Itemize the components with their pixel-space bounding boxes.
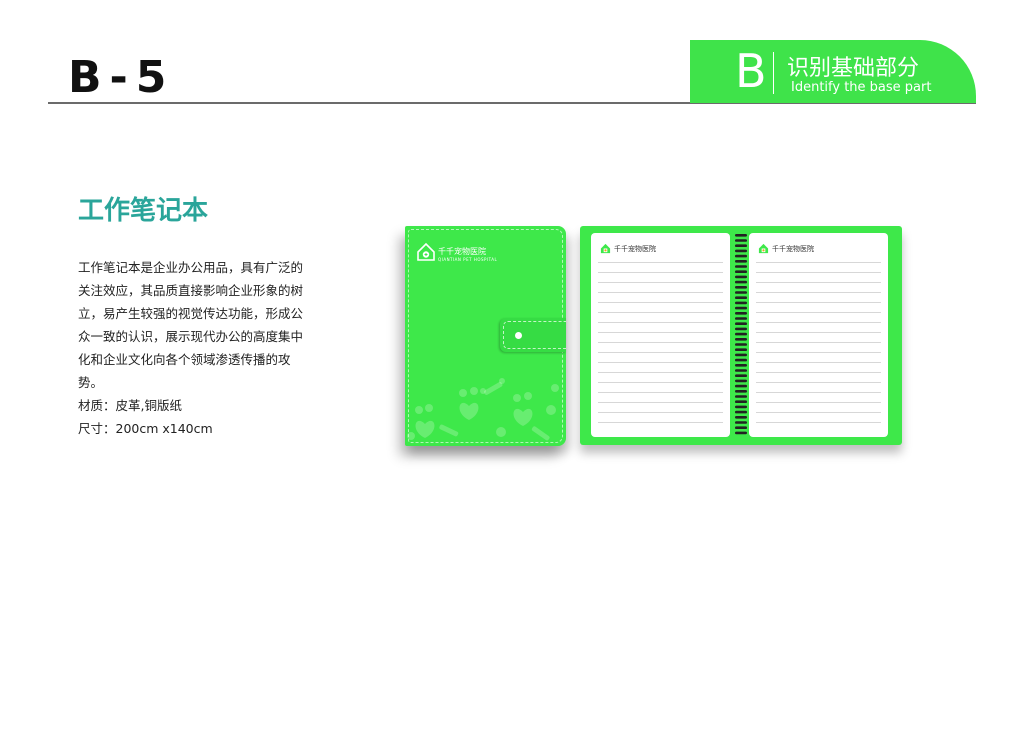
spiral-ring	[735, 234, 747, 237]
spiral-ring	[735, 348, 747, 351]
spiral-ring	[735, 260, 747, 263]
spiral-ring	[735, 327, 747, 331]
spiral-ring	[735, 332, 747, 336]
spiral-ring	[735, 343, 747, 346]
spiral-ring	[735, 301, 747, 305]
house-logo-icon	[417, 242, 435, 261]
notebook-page-right: 千千宠物医院	[749, 233, 888, 437]
spiral-ring	[735, 384, 747, 388]
spiral-ring	[735, 416, 747, 419]
spiral-ring	[735, 421, 747, 424]
spiral-binding-icon	[735, 234, 747, 435]
spiral-ring	[735, 265, 747, 268]
cover-logo-sub: QIANTIAN PET HOSPITAL	[438, 257, 498, 262]
strap-stitching	[503, 321, 566, 349]
spiral-ring	[735, 410, 747, 414]
ruled-lines	[598, 253, 723, 423]
spiral-ring	[735, 270, 747, 273]
spiral-ring	[735, 379, 747, 383]
badge-divider	[773, 52, 774, 94]
description-line: 势。	[78, 375, 104, 390]
spiral-ring	[735, 306, 747, 310]
spiral-ring	[735, 317, 747, 320]
spiral-ring	[735, 369, 747, 372]
spiral-ring	[735, 374, 747, 377]
spiral-ring	[735, 390, 747, 393]
spiral-ring	[735, 338, 747, 341]
ruled-lines	[756, 253, 881, 423]
spiral-ring	[735, 239, 747, 242]
content-description: 工作笔记本是企业办公用品，具有广泛的 关注效应，其品质直接影响企业形象的树 立，…	[78, 256, 326, 440]
spiral-ring	[735, 296, 747, 299]
spiral-ring	[735, 254, 747, 258]
description-line: 众一致的认识，展示现代办公的高度集中	[78, 329, 304, 344]
content-title: 工作笔记本	[78, 196, 209, 226]
section-title: 识别基础部分	[787, 56, 920, 81]
spiral-ring	[735, 405, 747, 409]
description-line: 立，易产生较强的视觉传达功能，形成公	[78, 306, 304, 321]
notebook-open: 千千宠物医院 千千宠物医院	[580, 226, 902, 445]
section-subtitle: Identify the base part	[791, 80, 932, 95]
spiral-ring	[735, 353, 747, 357]
paw-bone-pattern-icon	[407, 378, 559, 441]
spiral-ring	[735, 358, 747, 362]
section-badge: B 识别基础部分 Identify the base part	[690, 40, 976, 103]
cover-logo-name: 千千宠物医院	[438, 247, 486, 256]
spiral-ring	[735, 249, 747, 253]
spiral-ring	[735, 400, 747, 403]
section-letter: B	[735, 44, 767, 98]
page-code: B-5	[68, 52, 175, 103]
spiral-ring	[735, 312, 747, 315]
spiral-ring	[735, 275, 747, 279]
spiral-ring	[735, 291, 747, 294]
spiral-ring	[735, 322, 747, 325]
spiral-ring	[735, 280, 747, 284]
notebook-cover: 千千宠物医院 QIANTIAN PET HOSPITAL	[405, 226, 566, 446]
description-line: 工作笔记本是企业办公用品，具有广泛的	[78, 260, 304, 275]
spiral-ring	[735, 364, 747, 367]
description-line: 关注效应，其品质直接影响企业形象的树	[78, 283, 304, 298]
spiral-ring	[735, 286, 747, 289]
strap-snap-button	[515, 332, 522, 339]
material-spec: 材质：皮革,铜版纸	[78, 398, 182, 413]
description-line: 化和企业文化向各个领域渗透传播的攻	[78, 352, 291, 367]
spiral-ring	[735, 244, 747, 247]
cover-strap	[500, 318, 566, 352]
notebook-page-left: 千千宠物医院	[591, 233, 730, 437]
size-spec: 尺寸：200cm x140cm	[78, 421, 213, 436]
spiral-ring	[735, 431, 747, 435]
spiral-ring	[735, 426, 747, 429]
spiral-ring	[735, 395, 747, 398]
